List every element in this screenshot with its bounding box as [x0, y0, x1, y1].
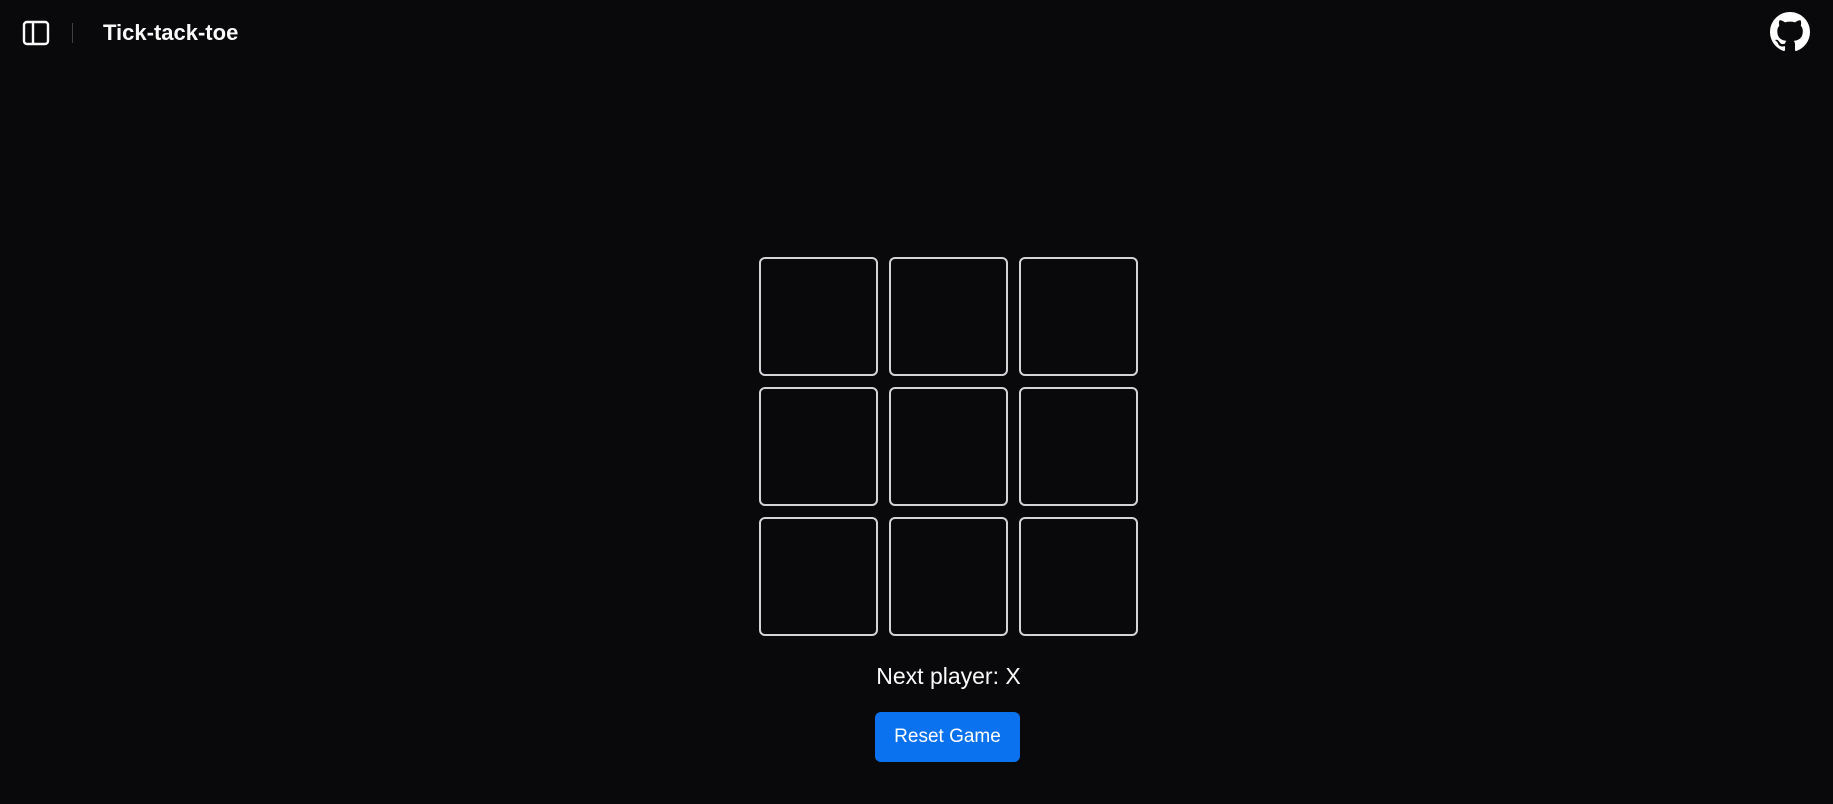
header-divider: [72, 23, 73, 43]
board-cell-2[interactable]: [889, 257, 1008, 376]
sidebar-panel-icon: [22, 20, 50, 46]
game-board: [759, 257, 1138, 637]
board-cell-4[interactable]: [759, 387, 878, 506]
board-cell-1[interactable]: [759, 257, 878, 376]
github-icon: [1770, 12, 1810, 52]
board-cell-6[interactable]: [1019, 387, 1138, 506]
next-player-status: Next player: X: [876, 663, 1021, 689]
board-cell-8[interactable]: [889, 517, 1008, 636]
app-page: Tick-tack-toe Next player: X Reset Game: [0, 0, 1833, 804]
sidebar-toggle-button[interactable]: [18, 18, 54, 48]
board-cell-5[interactable]: [889, 387, 1008, 506]
github-link[interactable]: [1770, 12, 1810, 52]
board-cell-3[interactable]: [1019, 257, 1138, 376]
top-header: Tick-tack-toe: [0, 0, 1833, 64]
page-title: Tick-tack-toe: [103, 20, 239, 45]
board-cell-9[interactable]: [1019, 517, 1138, 636]
reset-game-button[interactable]: Reset Game: [875, 712, 1020, 762]
board-cell-7[interactable]: [759, 517, 878, 636]
